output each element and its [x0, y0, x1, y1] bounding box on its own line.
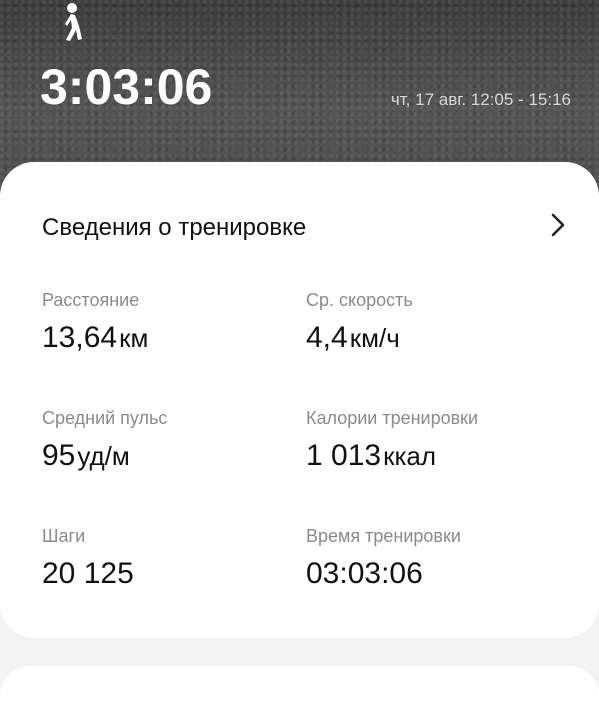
workout-duration: 3:03:06: [40, 59, 213, 115]
stat-value: 13,64км: [42, 321, 149, 354]
stat-workout-time: Время тренировки 03:03:06: [306, 526, 461, 591]
stat-label: Время тренировки: [306, 526, 461, 546]
stat-value: 03:03:06: [306, 557, 423, 590]
next-card-peek: [0, 666, 599, 706]
workout-date-range: чт, 17 авг. 12:05 - 15:16: [390, 90, 571, 109]
stat-calories: Калории тренировки 1 013ккал: [306, 408, 478, 473]
workout-details-card[interactable]: Сведения о тренировке Расстояние 13,64км…: [0, 162, 599, 638]
walking-person-icon: [65, 3, 82, 41]
stat-steps: Шаги 20 125: [42, 526, 134, 591]
stat-label: Ср. скорость: [306, 290, 413, 310]
stat-distance: Расстояние 13,64км: [42, 290, 148, 355]
chevron-right-icon[interactable]: [547, 210, 569, 240]
card-title: Сведения о тренировке: [42, 214, 307, 241]
stat-label: Шаги: [42, 526, 86, 546]
stat-value: 20 125: [42, 557, 134, 590]
stat-avg-speed: Ср. скорость 4,4км/ч: [306, 290, 413, 355]
stat-label: Средний пульс: [42, 408, 168, 428]
stat-label: Расстояние: [42, 290, 140, 310]
stat-value: 1 013ккал: [306, 439, 437, 472]
stat-value: 95уд/м: [42, 439, 130, 472]
stat-value: 4,4км/ч: [306, 321, 400, 354]
stat-avg-heart-rate: Средний пульс 95уд/м: [42, 408, 167, 473]
stat-label: Калории тренировки: [306, 408, 479, 428]
